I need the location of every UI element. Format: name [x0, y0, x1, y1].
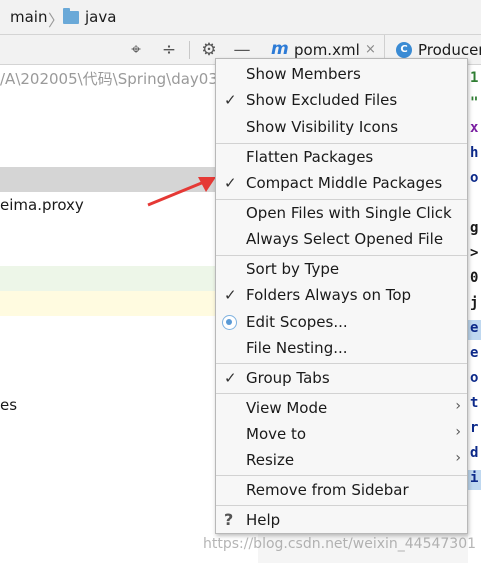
code-line-char: o [470, 370, 479, 386]
code-line-char: 1 [470, 70, 479, 86]
maven-icon: m [271, 39, 289, 59]
menu-separator [216, 393, 467, 394]
menu-separator [216, 143, 467, 144]
tree-row-highlight [0, 266, 216, 291]
code-line-char: i [470, 470, 479, 486]
radio-icon [222, 315, 237, 330]
watermark: https://blog.csdn.net/weixin_44547301 [203, 536, 477, 552]
menu-item-label: Sort by Type [246, 260, 340, 278]
breadcrumb-separator: 〉 [48, 11, 65, 30]
locate-icon[interactable]: ⌖ [125, 39, 147, 61]
menu-separator [216, 199, 467, 200]
folder-icon [63, 8, 79, 24]
menu-item-label: Remove from Sidebar [246, 481, 409, 499]
code-line-char: t [470, 395, 479, 411]
breadcrumb-folder[interactable]: java [85, 8, 116, 26]
code-line-char: h [470, 145, 479, 161]
help-icon: ? [224, 510, 234, 529]
code-line-char: g [470, 220, 479, 236]
menu-item-label: Folders Always on Top [246, 286, 412, 304]
tree-row-highlight [0, 291, 216, 316]
menu-item-label: Always Select Opened File [246, 230, 444, 248]
toolbar-divider [189, 41, 190, 59]
code-line-char: r [470, 420, 479, 436]
code-line-char: e [470, 320, 479, 336]
tree-node-partial[interactable]: es [0, 396, 17, 414]
check-icon: ✓ [224, 369, 237, 387]
menu-item-label: Show Visibility Icons [246, 118, 399, 136]
menu-item-label: View Mode [246, 399, 328, 417]
ide-window: main 〉 java ⌖ ÷ ⚙ — m pom.xml × C Produc… [0, 0, 481, 563]
menu-item-label: Flatten Packages [246, 148, 374, 166]
code-line-char: e [470, 345, 479, 361]
breadcrumb-module[interactable]: main [10, 8, 47, 26]
project-path: /A\202005\代码\Spring\day03 [0, 70, 218, 88]
annotation-arrow [147, 177, 216, 207]
class-icon: C [396, 42, 412, 58]
breadcrumb: main 〉 java [0, 0, 481, 35]
close-icon[interactable]: × [365, 42, 376, 57]
code-line-char: 0 [470, 270, 479, 286]
code-line-char: o [470, 170, 479, 186]
menu-separator [216, 363, 467, 364]
menu-item-label: Edit Scopes... [246, 313, 348, 331]
code-line-char: " [470, 95, 479, 111]
chevron-right-icon: › [455, 424, 461, 440]
check-icon: ✓ [224, 286, 237, 304]
check-icon: ✓ [224, 91, 237, 109]
package-node[interactable]: eima.proxy [0, 196, 84, 214]
chevron-right-icon: › [455, 450, 461, 466]
menu-item-label: Resize [246, 451, 295, 469]
options-menu: Show Members ✓ Show Excluded Files Show … [215, 58, 468, 534]
code-line-char: > [470, 245, 479, 261]
code-line-char: d [470, 445, 479, 461]
menu-item-label: Move to [246, 425, 307, 443]
chevron-right-icon: › [455, 398, 461, 414]
menu-item-label: Show Members [246, 65, 361, 83]
check-icon: ✓ [224, 174, 237, 192]
menu-item-label: Open Files with Single Click [246, 204, 452, 222]
code-line-char: j [470, 295, 479, 311]
menu-separator [216, 505, 467, 506]
code-line-char: x [470, 120, 479, 136]
collapse-all-icon[interactable]: ÷ [158, 39, 180, 61]
menu-item-label: Help [246, 511, 281, 529]
menu-separator [216, 475, 467, 476]
menu-item-label: File Nesting... [246, 339, 348, 357]
menu-item-label: Show Excluded Files [246, 91, 398, 109]
menu-item-label: Compact Middle Packages [246, 174, 443, 192]
menu-separator [216, 255, 467, 256]
menu-item-label: Group Tabs [246, 369, 330, 387]
